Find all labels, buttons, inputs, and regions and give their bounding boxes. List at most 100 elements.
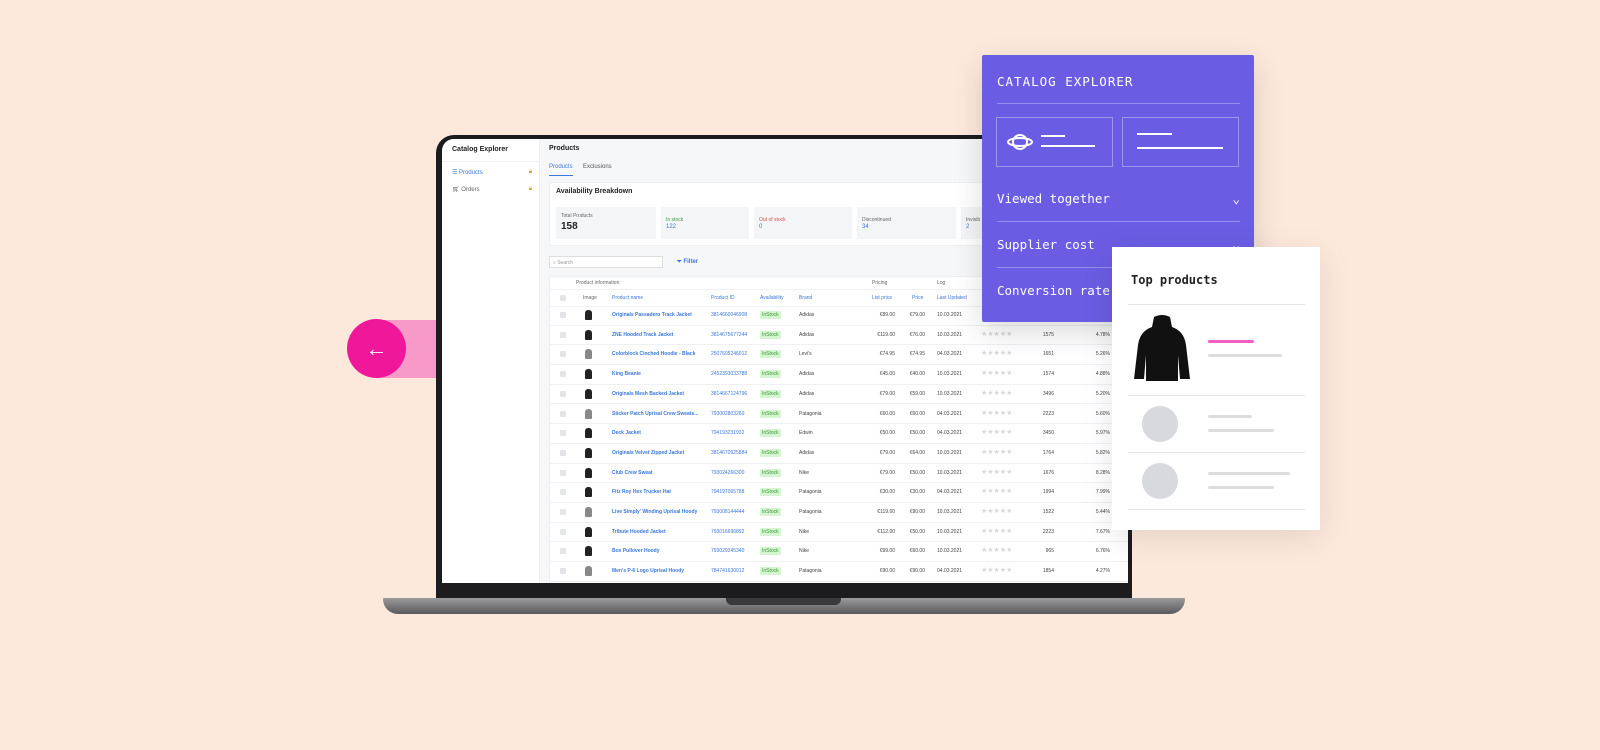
last-updated: 10.03.2021 <box>937 371 963 378</box>
conversion-rate: 8.28% <box>1095 469 1110 476</box>
views-count: 3496 <box>1042 390 1054 397</box>
row-checkbox[interactable] <box>560 351 566 358</box>
product-id-link[interactable]: 794193231932 <box>711 430 744 436</box>
column-header[interactable]: Price <box>912 295 923 301</box>
back-button[interactable]: ← <box>347 319 406 378</box>
column-header[interactable]: Product name <box>612 295 643 301</box>
product-id-link[interactable]: 793002803260 <box>711 411 744 417</box>
orbit-icon <box>1007 134 1033 150</box>
availability-badge: InStock <box>760 527 781 536</box>
brand: Adidas <box>799 390 815 397</box>
product-name-link[interactable]: Originals Velvet Zipped Jacket <box>612 450 684 456</box>
product-id-link[interactable]: 3814670925884 <box>711 450 747 456</box>
row-checkbox[interactable] <box>560 568 566 575</box>
stat-label: Total Products <box>561 213 593 219</box>
rating-stars-icon: ★★★★★ <box>981 488 1013 496</box>
product-name-link[interactable]: King Beanie <box>612 371 641 377</box>
last-updated: 10.03.2021 <box>937 312 963 318</box>
views-count: 1764 <box>1042 449 1054 456</box>
price: €59.00 <box>909 390 925 397</box>
price: €50.00 <box>909 528 925 535</box>
search-input[interactable]: ⌕ Search <box>549 256 663 268</box>
product-id-link[interactable]: 2507605246012 <box>711 351 747 357</box>
product-thumbnail <box>585 526 592 537</box>
product-id-link[interactable]: 794197065788 <box>711 489 744 495</box>
product-thumbnail <box>585 566 592 577</box>
tab-exclusions[interactable]: Exclusions <box>583 164 612 170</box>
rating-stars-icon: ★★★★★ <box>981 448 1013 456</box>
product-id-link[interactable]: 2452393033788 <box>711 371 747 377</box>
product-id-link[interactable]: 3814660046908 <box>711 312 747 318</box>
product-id-link[interactable]: 3814667124796 <box>711 391 747 397</box>
row-checkbox[interactable] <box>560 548 566 555</box>
column-header[interactable]: Brand <box>799 295 812 301</box>
column-header[interactable]: Availability <box>760 295 784 301</box>
accordion-viewed-together[interactable]: Viewed together ⌄ <box>997 175 1240 221</box>
row-checkbox[interactable] <box>560 449 566 456</box>
brand: Nike <box>799 469 810 476</box>
sidebar-item-products[interactable]: ☰ Products 🔒︎ <box>452 169 532 176</box>
availability-badge: InStock <box>760 350 781 359</box>
product-name-link[interactable]: Sticker Patch Uprisal Crew Sweats... <box>612 411 698 417</box>
tab-products[interactable]: Products <box>549 164 573 176</box>
product-id-link[interactable]: 3814675677244 <box>711 332 747 338</box>
row-checkbox[interactable] <box>560 312 566 318</box>
column-header[interactable]: Last Updated <box>937 295 967 301</box>
product-name-link[interactable]: Club Crew Sweat <box>612 470 653 476</box>
sidebar-item-orders[interactable]: 🛒︎ Orders 🔒︎ <box>452 186 532 193</box>
list-price: €30.00 <box>879 489 895 496</box>
product-id-link[interactable]: 784741630012 <box>711 568 744 574</box>
views-count: 1651 <box>1042 351 1054 358</box>
product-name-link[interactable]: Men's P-6 Logo Uprisal Hoody <box>612 568 684 574</box>
views-count: 2223 <box>1042 410 1054 417</box>
list-price: €74.95 <box>879 351 895 358</box>
row-checkbox[interactable] <box>560 430 566 437</box>
product-name-link[interactable]: Fitz Roy Hex Trucker Hat <box>612 489 671 495</box>
stat-label: In stock <box>666 217 684 223</box>
product-name-link[interactable]: Deck Jacket <box>612 430 641 436</box>
product-id-link[interactable]: 793024266300 <box>711 470 744 476</box>
row-checkbox[interactable] <box>560 528 566 535</box>
product-thumbnail <box>585 388 592 399</box>
price: €60.00 <box>909 410 925 417</box>
conversion-rate: 5.20% <box>1095 390 1110 397</box>
row-checkbox[interactable] <box>560 331 566 338</box>
column-group-header: Log <box>937 280 946 286</box>
product-name-link[interactable]: Originals Passadero Track Jacket <box>612 312 692 318</box>
availability-badge: InStock <box>760 429 781 438</box>
card-title: Top products <box>1131 273 1218 287</box>
views-count: 965 <box>1045 548 1054 555</box>
product-id-link[interactable]: 793029345340 <box>711 548 744 554</box>
rating-stars-icon: ★★★★★ <box>981 527 1013 535</box>
sidebar: Catalog Explorer ☰ Products 🔒︎ 🛒︎ Orders 🔒… <box>442 139 540 583</box>
availability-badge: InStock <box>760 508 781 516</box>
column-group-header: Pricing <box>872 280 888 286</box>
row-checkbox[interactable] <box>560 489 566 496</box>
row-checkbox[interactable] <box>560 469 566 476</box>
product-thumbnail <box>585 428 592 439</box>
product-name-link[interactable]: ZNE Hooded Track Jacket <box>612 332 673 338</box>
last-updated: 04.03.2021 <box>937 351 963 358</box>
rating-stars-icon: ★★★★★ <box>981 508 1013 515</box>
price: €64.00 <box>909 449 925 456</box>
select-all-checkbox[interactable] <box>560 295 566 301</box>
product-name-link[interactable]: Colorblock Cinched Hoodie - Black <box>612 351 695 357</box>
row-checkbox[interactable] <box>560 371 566 378</box>
product-name-link[interactable]: Live Simply' Winding Uprisal Hoody <box>612 509 697 515</box>
product-name-link[interactable]: Originals Mesh Backed Jacket <box>612 391 684 397</box>
filter-button[interactable]: ⏷ Filter <box>677 259 698 266</box>
list-price: €79.00 <box>879 390 895 397</box>
row-checkbox[interactable] <box>560 390 566 397</box>
column-header[interactable]: List price <box>872 295 892 301</box>
availability-badge: InStock <box>760 567 781 576</box>
product-id-link[interactable]: 793016696892 <box>711 529 744 535</box>
row-checkbox[interactable] <box>560 410 566 417</box>
product-name-link[interactable]: Box Pullover Hoody <box>612 548 660 554</box>
product-name-link[interactable]: Tribute Hooded Jacket <box>612 529 666 535</box>
column-header[interactable]: Product ID <box>711 295 735 301</box>
product-id-link[interactable]: 793008144444 <box>711 509 744 515</box>
column-header[interactable]: Image <box>583 295 597 301</box>
row-checkbox[interactable] <box>560 509 566 515</box>
rating-stars-icon: ★★★★★ <box>981 350 1013 358</box>
conversion-rate: 5.60% <box>1095 410 1110 417</box>
